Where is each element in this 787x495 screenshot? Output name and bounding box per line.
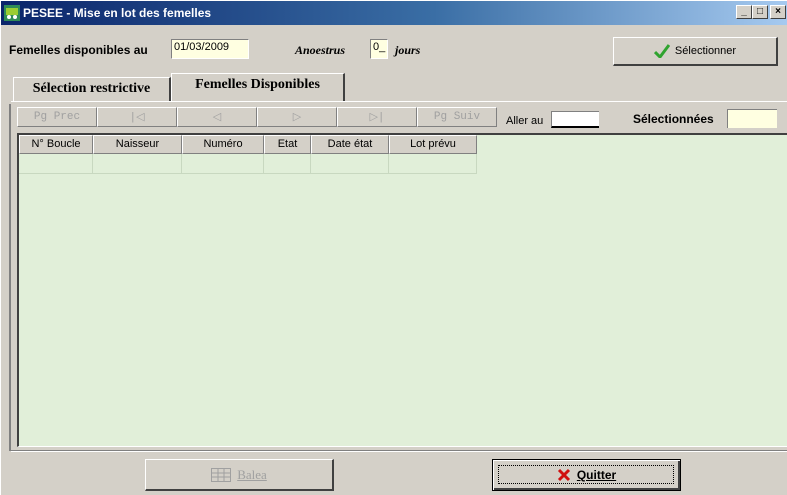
tab-panel-border [11, 101, 787, 102]
tab-label: Femelles Disponibles [195, 77, 320, 92]
quit-button[interactable]: Quitter [492, 459, 681, 491]
minimize-icon: _ [741, 6, 747, 17]
tab-femelles-disponibles[interactable]: Femelles Disponibles [171, 73, 345, 101]
close-icon: × [775, 6, 781, 17]
select-button-label: Sélectionner [674, 45, 737, 57]
footer-separator [11, 450, 787, 452]
first-record-button[interactable]: |◁ [97, 107, 177, 127]
tab-selection-restrictive[interactable]: Sélection restrictive [13, 77, 171, 101]
prev-page-label: Pg Prec [33, 111, 81, 123]
table-cell[interactable] [311, 154, 389, 174]
selected-count-field [727, 109, 777, 128]
column-header-etat[interactable]: Etat [264, 135, 311, 154]
anoestrus-field[interactable]: 0_ [370, 39, 388, 59]
select-button[interactable]: Sélectionner [613, 37, 778, 66]
column-header-boucle[interactable]: N° Boucle [19, 135, 93, 154]
anoestrus-label: Anoestrus [295, 43, 346, 57]
main-window: PESEE - Mise en lot des femelles _ □ × F… [0, 0, 787, 495]
close-button[interactable]: × [770, 5, 786, 19]
window-title: PESEE - Mise en lot des femelles [23, 6, 212, 20]
first-icon: |◁ [129, 112, 145, 124]
last-record-button[interactable]: ▷| [337, 107, 417, 127]
balea-button[interactable]: Balea [145, 459, 334, 491]
table-cell[interactable] [264, 154, 311, 174]
goto-label: Aller au [506, 115, 544, 127]
balea-label: Balea [237, 466, 267, 482]
maximize-icon: □ [756, 6, 764, 17]
prev-icon: ◁ [212, 112, 222, 124]
next-page-label: Pg Suiv [433, 111, 481, 123]
tab-label: Sélection restrictive [32, 81, 151, 96]
column-header-lot-prevu[interactable]: Lot prévu [389, 135, 477, 154]
checkmark-icon [653, 44, 670, 58]
focus-rectangle [498, 465, 674, 484]
selected-label: Sélectionnées [633, 112, 714, 126]
females-table[interactable]: N° Boucle Naisseur Numéro Etat Date état… [17, 133, 787, 447]
available-label: Femelles disponibles au [9, 43, 148, 57]
column-header-date-etat[interactable]: Date état [311, 135, 389, 154]
panel-left-border [9, 104, 11, 451]
column-header-naisseur[interactable]: Naisseur [93, 135, 182, 154]
title-bar[interactable]: PESEE - Mise en lot des femelles _ □ × [1, 1, 787, 25]
last-icon: ▷| [369, 112, 385, 124]
prev-page-button[interactable]: Pg Prec [17, 107, 97, 127]
prev-record-button[interactable]: ◁ [177, 107, 257, 127]
table-cell[interactable] [389, 154, 477, 174]
table-icon [211, 467, 232, 482]
date-field[interactable]: 01/03/2009 [171, 39, 249, 59]
table-cell[interactable] [19, 154, 93, 174]
next-page-button[interactable]: Pg Suiv [417, 107, 497, 127]
next-record-button[interactable]: ▷ [257, 107, 337, 127]
days-label: jours [395, 43, 421, 57]
table-cell[interactable] [93, 154, 182, 174]
goto-field[interactable] [551, 111, 599, 128]
app-icon [4, 5, 20, 21]
column-header-numero[interactable]: Numéro [182, 135, 264, 154]
table-cell[interactable] [182, 154, 264, 174]
minimize-button[interactable]: _ [736, 5, 752, 19]
maximize-button[interactable]: □ [752, 5, 768, 19]
next-icon: ▷ [292, 112, 302, 124]
